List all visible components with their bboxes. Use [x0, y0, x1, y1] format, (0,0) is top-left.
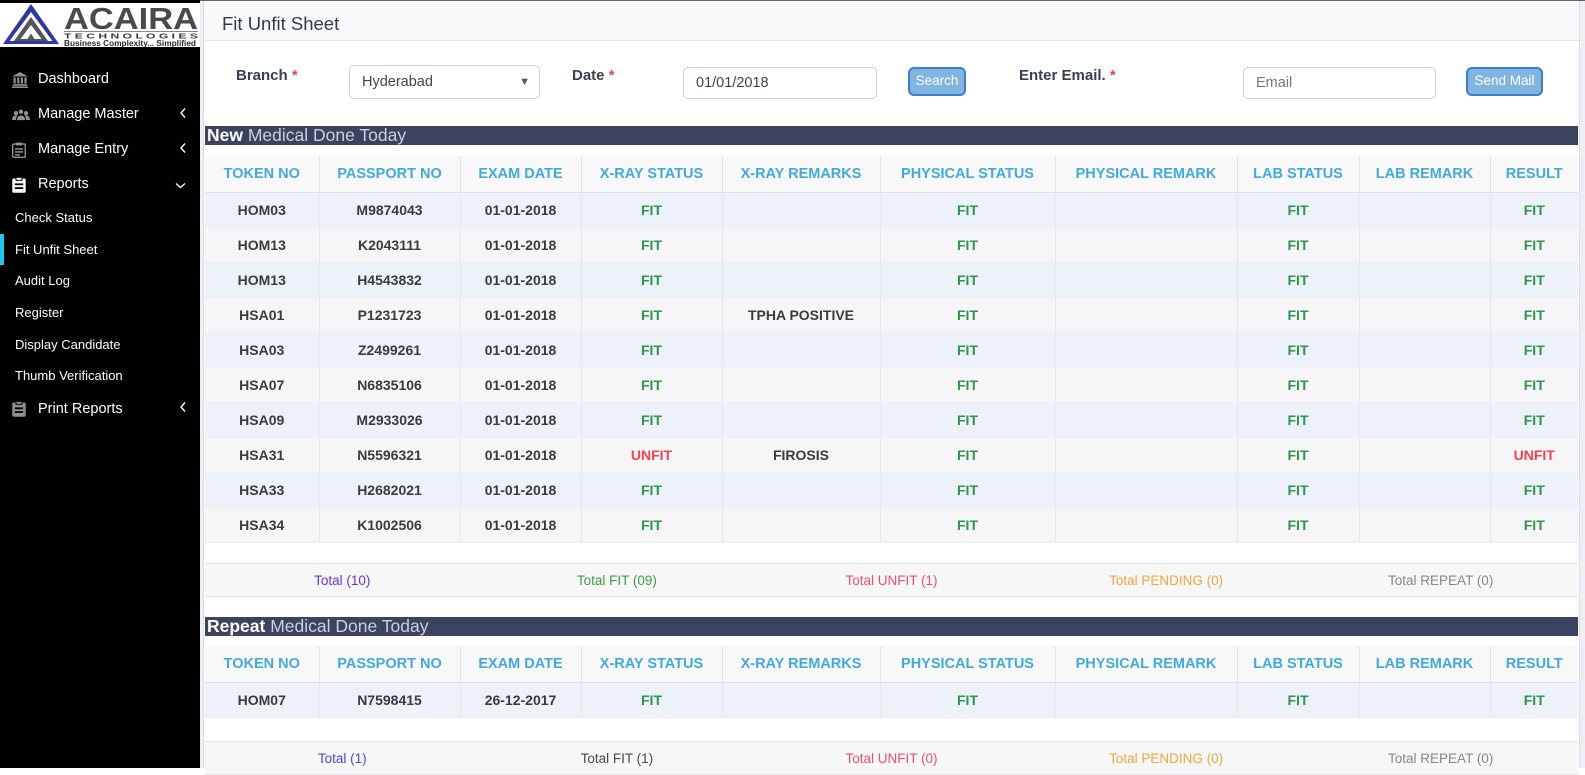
svg-text:Business Complexity... Simplif: Business Complexity... Simplified: [64, 38, 196, 47]
